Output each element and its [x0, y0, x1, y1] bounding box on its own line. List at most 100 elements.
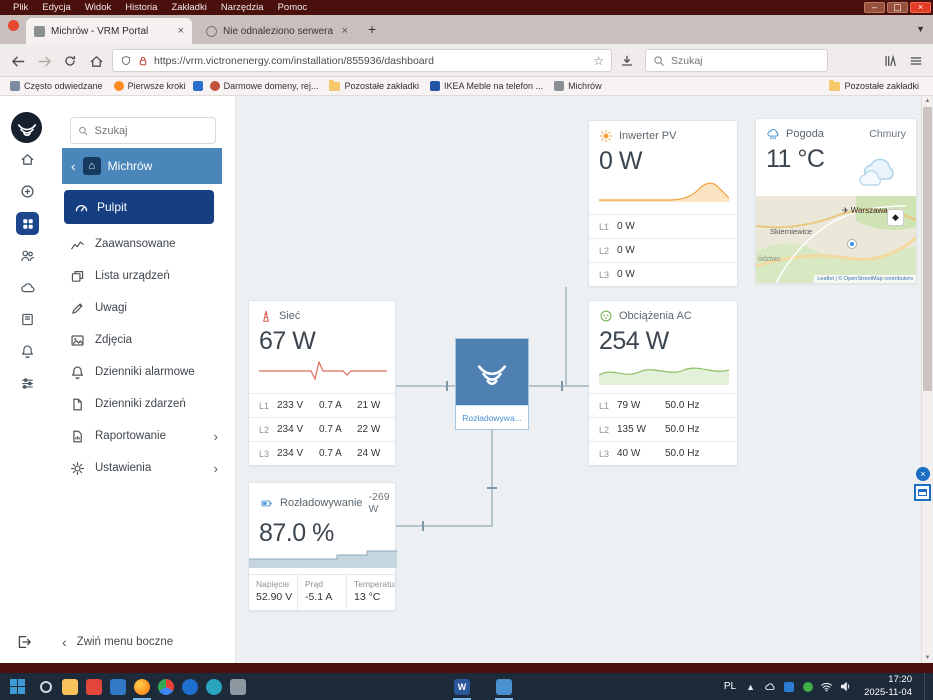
tray-app-green-icon[interactable] [801, 680, 814, 693]
sidebar-search-input[interactable] [94, 124, 208, 137]
cloud-icon[interactable] [16, 276, 39, 299]
taskbar-app-red-icon[interactable] [82, 673, 106, 700]
installation-header[interactable]: ‹ ⌂ Michrów [62, 148, 222, 184]
documentation-icon[interactable] [16, 308, 39, 331]
menu-historia[interactable]: Historia [118, 2, 164, 13]
clock-time: 17:20 [888, 674, 912, 686]
system-node[interactable]: Rozładowywa... [455, 338, 529, 430]
minimize-button[interactable]: – [864, 2, 885, 13]
bookmark-item[interactable]: Często odwiedzane [6, 81, 107, 91]
card-battery[interactable]: Rozładowywanie -269 W 87.0 % Napięcie 52.… [248, 482, 397, 611]
bookmark-star-icon[interactable]: ☆ [593, 54, 604, 68]
back-button[interactable] [8, 52, 28, 70]
show-desktop-button[interactable] [924, 673, 929, 700]
tray-expand-icon[interactable]: ▲ [744, 680, 757, 693]
shield-icon[interactable] [120, 55, 132, 67]
notifications-bell-icon[interactable] [16, 340, 39, 363]
victron-logo[interactable] [11, 112, 42, 143]
back-chevron-icon[interactable]: ‹ [71, 158, 76, 174]
tray-app-blue-icon[interactable] [782, 680, 795, 693]
scrollbar-thumb[interactable] [923, 107, 932, 391]
bookmark-folder[interactable]: Pozostałe zakładki [325, 79, 423, 91]
page-scrollbar[interactable]: ▲ ▼ [921, 96, 932, 663]
taskbar-search-icon[interactable] [34, 673, 58, 700]
taskbar-edge-icon[interactable] [178, 673, 202, 700]
sidebar-item-lista-urzadzen[interactable]: Lista urządzeń [64, 260, 224, 292]
search-input[interactable] [671, 54, 820, 67]
taskbar-app-teal-icon[interactable] [202, 673, 226, 700]
sidebar-item-pulpit[interactable]: Pulpit [64, 190, 214, 224]
taskbar-app-blue-icon[interactable] [106, 673, 130, 700]
tab-vrm-portal[interactable]: Michrów - VRM Portal × [26, 18, 192, 44]
forward-button[interactable] [34, 52, 54, 70]
downloads-button[interactable] [617, 52, 637, 70]
menu-plik[interactable]: Plik [6, 2, 35, 13]
weather-map[interactable]: ✈ Warszawa Skierniewice ództwo ◆ Leaflet … [756, 196, 916, 283]
map-navigate-button[interactable]: ◆ [887, 209, 904, 226]
onedrive-cloud-icon[interactable] [763, 680, 776, 693]
connector-loads-line [529, 385, 589, 387]
users-icon[interactable] [16, 244, 39, 267]
bookmark-item[interactable]: IKEA Meble na telefon ... [426, 81, 547, 91]
taskbar-app-open-icon[interactable] [492, 673, 516, 700]
menu-edycja[interactable]: Edycja [35, 2, 78, 13]
grid-phase-row: L1 233 V 0.7 A 21 W [249, 393, 395, 417]
menu-pomoc[interactable]: Pomoc [271, 2, 315, 13]
add-installation-icon[interactable] [16, 180, 39, 203]
card-ac-loads[interactable]: Obciążenia AC 254 W L1 79 W 50.0 Hz L2 135 … [588, 300, 738, 466]
home-button[interactable] [86, 52, 106, 70]
start-button[interactable] [0, 673, 34, 700]
chevron-left-icon: ‹ [62, 634, 67, 650]
bookmark-item[interactable]: Michrów [550, 81, 606, 91]
sidebar-item-raportowanie[interactable]: Raportowanie › [64, 420, 224, 452]
scroll-up-icon[interactable]: ▲ [922, 96, 933, 106]
sidebar-item-dzienniki-zdarzen[interactable]: Dzienniki zdarzeń [64, 388, 224, 420]
sidebar-item-ustawienia[interactable]: Ustawienia › [64, 452, 224, 484]
tab-close-icon[interactable]: × [342, 25, 348, 37]
menu-narzedzia[interactable]: Narzędzia [214, 2, 271, 13]
taskbar-app-gray-icon[interactable] [226, 673, 250, 700]
sidebar-search[interactable] [70, 117, 216, 144]
other-bookmarks[interactable]: Pozostałe zakładki [829, 79, 927, 91]
language-indicator[interactable]: PL [722, 681, 738, 692]
taskbar-firefox-icon[interactable] [130, 673, 154, 700]
search-bar[interactable] [645, 49, 828, 72]
reload-button[interactable] [60, 52, 80, 70]
taskbar-chrome-icon[interactable] [154, 673, 178, 700]
sidebar-item-dzienniki-alarmowe[interactable]: Dzienniki alarmowe [64, 356, 224, 388]
tab-close-icon[interactable]: × [178, 25, 184, 37]
tab-list-chevron-icon[interactable]: ▼ [916, 24, 925, 34]
maximize-button[interactable]: ▢ [887, 2, 908, 13]
close-button[interactable]: × [910, 2, 931, 13]
library-button[interactable] [880, 52, 900, 70]
tab-server-not-found[interactable]: Nie odnaleziono serwera × [198, 18, 356, 44]
bookmark-item[interactable]: Darmowe domeny, rej... [206, 81, 323, 91]
sidebar-item-zaawansowane[interactable]: Zaawansowane [64, 228, 224, 260]
lock-icon[interactable] [137, 55, 149, 67]
url-input[interactable] [154, 54, 589, 67]
overlay-close-icon[interactable]: × [916, 467, 930, 481]
card-weather[interactable]: Pogoda Chmury 11 °C ✈ Warszawa Skierniewi [755, 118, 917, 284]
menu-widok[interactable]: Widok [78, 2, 118, 13]
reader-extension-icon[interactable] [914, 484, 931, 501]
card-pv-inverter[interactable]: Inwerter PV 0 W L1 0 W L2 0 W L3 0 W [588, 120, 738, 287]
bookmark-item[interactable]: Pierwsze kroki [110, 81, 190, 91]
taskbar-folder-icon[interactable] [58, 673, 82, 700]
address-bar[interactable]: ☆ [112, 49, 612, 72]
card-grid[interactable]: Sieć 67 W L1 233 V 0.7 A 21 W L2 234 V 0.7 A2… [248, 300, 396, 466]
menu-zakladki[interactable]: Zakładki [164, 2, 213, 13]
preferences-sliders-icon[interactable] [16, 372, 39, 395]
taskbar-word-icon[interactable]: W [450, 673, 474, 700]
installations-grid-icon[interactable] [16, 212, 39, 235]
scroll-down-icon[interactable]: ▼ [922, 653, 933, 663]
collapse-sidebar-button[interactable]: ‹ Zwiń menu boczne [0, 628, 236, 656]
volume-icon[interactable] [839, 680, 852, 693]
home-icon[interactable] [16, 148, 39, 171]
hamburger-menu-icon[interactable] [906, 52, 926, 70]
sidebar-item-uwagi[interactable]: Uwagi [64, 292, 224, 324]
wifi-icon[interactable] [820, 680, 833, 693]
taskbar-clock[interactable]: 17:20 2025-11-04 [858, 674, 918, 699]
sidebar-item-zdjecia[interactable]: Zdjęcia [64, 324, 224, 356]
bookmark-icon-blue[interactable] [192, 81, 203, 91]
new-tab-button[interactable]: + [368, 22, 376, 36]
